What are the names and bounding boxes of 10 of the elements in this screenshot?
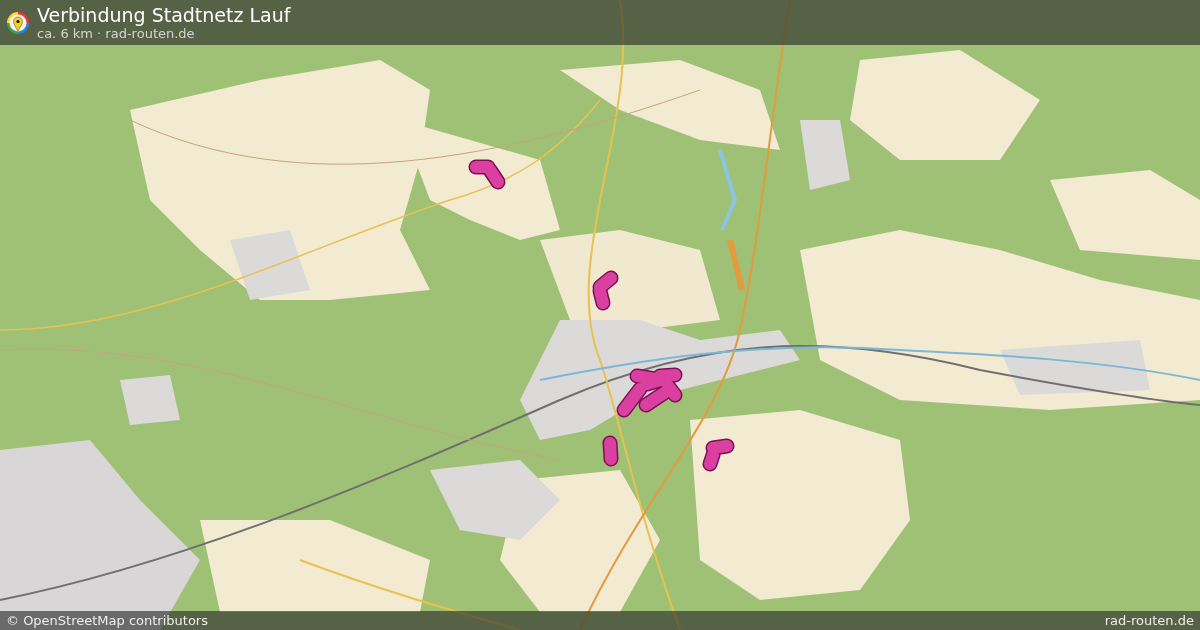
route-segment [702, 438, 735, 472]
route-title: Verbindung Stadtnetz Lauf [37, 3, 291, 26]
site-name: rad-routen.de [1104, 614, 1194, 627]
route-segment [616, 367, 683, 418]
route-segment [592, 270, 619, 311]
map-attribution: © OpenStreetMap contributors [6, 614, 208, 627]
route-segment [468, 159, 506, 190]
location-pin-icon [7, 11, 29, 34]
route-subtitle: ca. 6 km · rad-routen.de [37, 25, 196, 42]
route-segment [602, 435, 619, 467]
